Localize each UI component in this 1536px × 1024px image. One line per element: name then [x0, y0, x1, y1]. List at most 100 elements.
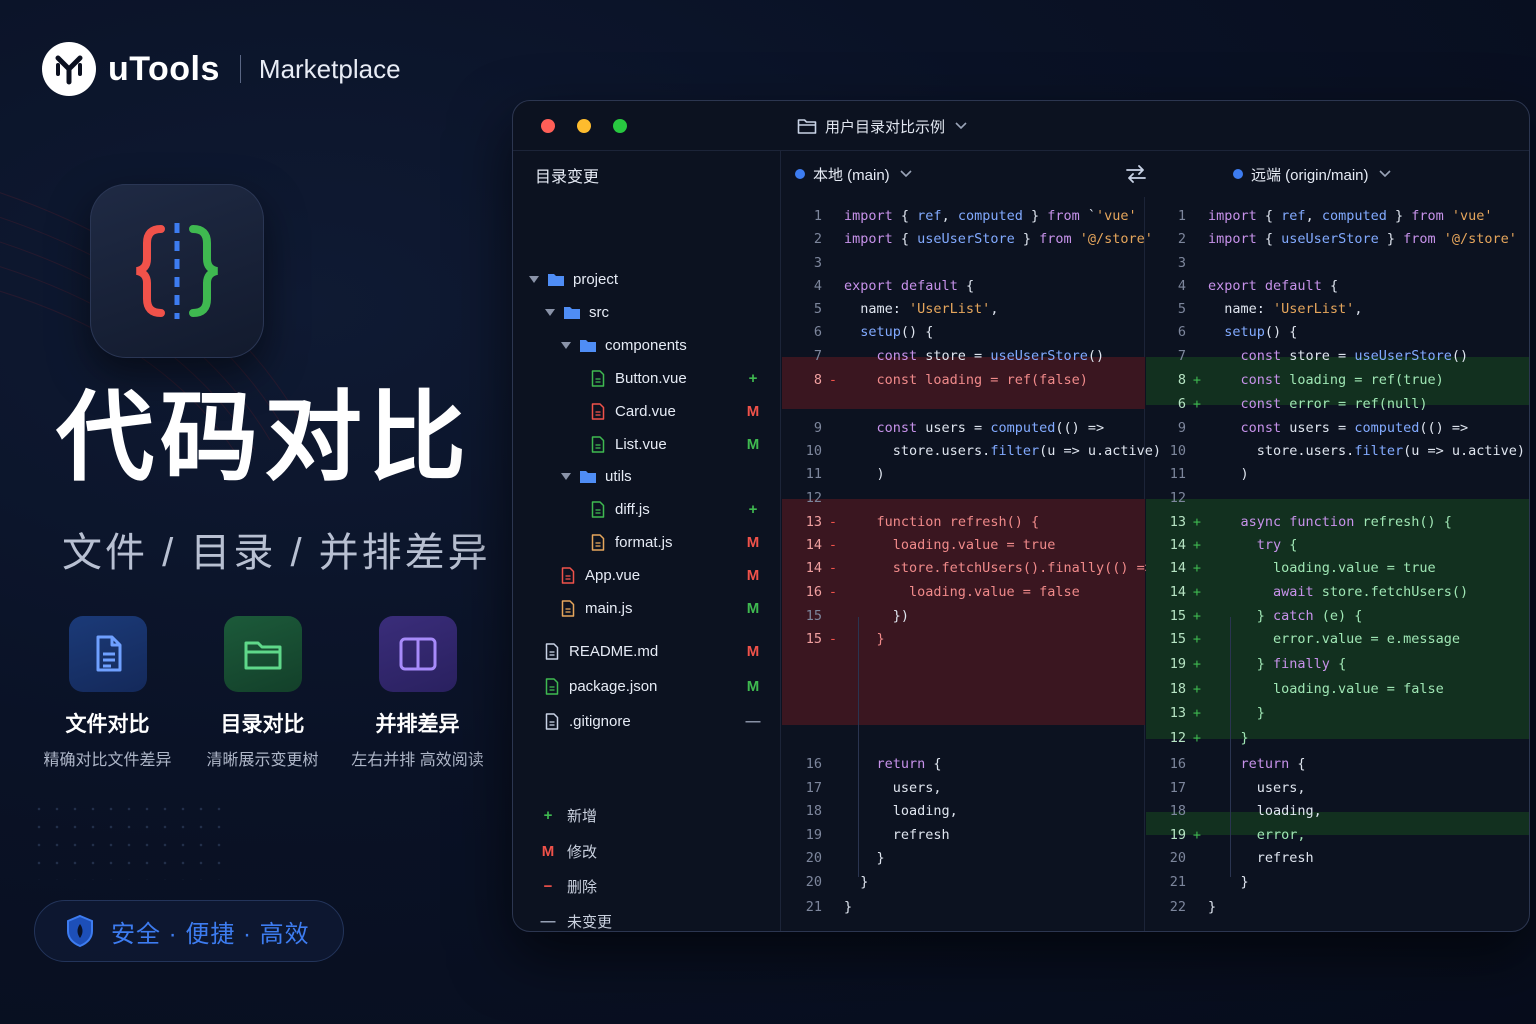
- feature-desc: 清晰展示变更树: [206, 752, 319, 769]
- folder-icon: [797, 119, 817, 134]
- security-badge: 安全 · 便捷 · 高效: [34, 900, 344, 962]
- legend-label: 未变更: [567, 913, 613, 931]
- caret-down-icon[interactable]: [559, 341, 573, 349]
- tree-folder[interactable]: src: [513, 298, 781, 326]
- badge-text: 安全 · 便捷 · 高效: [111, 920, 310, 948]
- tree-folder[interactable]: project: [513, 265, 781, 293]
- window-titlebar: 用户目录对比示例: [513, 101, 1529, 151]
- code-line: 4 export default {: [1146, 275, 1338, 297]
- diff-marker: +: [1192, 730, 1202, 746]
- line-number: 19: [805, 827, 822, 843]
- tree-folder[interactable]: utils: [513, 462, 781, 490]
- diff-marker: +: [1192, 656, 1202, 672]
- line-number: 18: [1169, 803, 1186, 819]
- file-icon: [559, 599, 577, 617]
- code-text: loading.value = false: [844, 584, 1080, 600]
- code-line: 20 refresh: [1146, 847, 1314, 869]
- line-number: 6: [813, 324, 822, 340]
- code-text: const loading = ref(false): [876, 372, 1088, 388]
- left-diff-pane[interactable]: 1 import { ref, computed } from `'vue' 2 im…: [782, 197, 1169, 931]
- tree-file[interactable]: Button.vue +: [513, 364, 781, 392]
- code-line: 17 users,: [782, 777, 942, 799]
- tree-file[interactable]: README.md M: [513, 637, 781, 665]
- code-text: ): [844, 466, 885, 482]
- code-line: 18 loading,: [782, 800, 958, 822]
- code-line: 8 + const loading = ref(true): [1146, 369, 1444, 391]
- code-text: } catch (e) {: [1208, 608, 1363, 624]
- line-number: 13: [805, 514, 822, 530]
- code-text: setup() {: [860, 324, 934, 340]
- tree-folder[interactable]: components: [513, 331, 781, 359]
- code-line: 13- function refresh() {: [782, 511, 1039, 533]
- hero-subtitle: 文件 / 目录 / 并排差异: [62, 531, 491, 575]
- marketplace-label: Marketplace: [258, 53, 401, 84]
- tree-file[interactable]: .gitignore —: [513, 707, 781, 735]
- utools-logo: [42, 42, 96, 96]
- left-branch-label: 本地 (main): [813, 166, 890, 184]
- swap-button[interactable]: [1125, 151, 1147, 197]
- tree-item-label: App.vue: [585, 566, 641, 584]
- code-line: 5 name: 'UserList',: [782, 298, 999, 320]
- left-branch-selector[interactable]: 本地 (main): [795, 151, 912, 197]
- diff-marker: -: [828, 537, 838, 553]
- code-text: await store.fetchUsers(): [1273, 584, 1469, 600]
- tree-file[interactable]: List.vue M: [513, 430, 781, 458]
- code-text: refresh: [844, 827, 950, 843]
- code-text: export default {: [1208, 278, 1339, 294]
- line-number: 12: [1169, 490, 1186, 506]
- tree-item-label: Card.vue: [615, 402, 676, 420]
- split-view-icon: [378, 616, 457, 692]
- file-status-badge: M: [746, 566, 760, 584]
- minimize-button[interactable]: [577, 118, 591, 133]
- code-text: const store = useUserStore(): [1240, 348, 1469, 364]
- feature-file-compare: 文件对比 精确对比文件差异: [30, 616, 185, 770]
- legend-item: − 删除: [539, 874, 739, 898]
- code-text: return {: [876, 756, 942, 772]
- line-number: 3: [1177, 255, 1186, 271]
- tree-file[interactable]: package.json M: [513, 672, 781, 700]
- maximize-button[interactable]: [613, 118, 627, 133]
- code-text: return {: [1240, 756, 1306, 772]
- line-number: 6: [1177, 324, 1186, 340]
- project-selector[interactable]: 用户目录对比示例: [797, 101, 967, 151]
- line-number: 22: [1169, 899, 1186, 915]
- line-number: 13: [1169, 705, 1186, 721]
- close-button[interactable]: [541, 118, 555, 133]
- right-diff-pane[interactable]: 1 import { ref, computed } from 'vue' 2 imp…: [1146, 197, 1529, 931]
- legend-label: 新增: [567, 807, 598, 825]
- tree-file[interactable]: Card.vue M: [513, 397, 781, 425]
- caret-down-icon[interactable]: [543, 308, 557, 316]
- hero-title: 代码对比: [56, 382, 473, 492]
- file-icon: [589, 533, 607, 551]
- code-line: 22}: [1146, 896, 1216, 918]
- code-text: loading.value = false: [1208, 681, 1444, 697]
- legend-label: 删除: [567, 878, 598, 896]
- line-number: 11: [805, 466, 822, 482]
- tree-file[interactable]: format.js M: [513, 528, 781, 556]
- caret-down-icon[interactable]: [527, 275, 541, 283]
- right-branch-selector[interactable]: 远端 (origin/main): [1233, 151, 1391, 197]
- line-number: 21: [805, 899, 822, 915]
- code-line: 14- loading.value = true: [782, 534, 1056, 556]
- diff-marker: +: [1192, 560, 1202, 576]
- feature-folder-compare: 目录对比 清晰展示变更树: [185, 616, 340, 770]
- file-icon: [559, 566, 577, 584]
- caret-down-icon[interactable]: [559, 472, 573, 480]
- line-number: 7: [813, 348, 822, 364]
- window-title: 用户目录对比示例: [825, 118, 946, 136]
- code-line: 2 import { useUserStore } from '@/store': [1146, 228, 1517, 250]
- code-text: const users = computed(() =>: [876, 420, 1105, 436]
- tree-file[interactable]: App.vue M: [513, 561, 781, 589]
- tree-file[interactable]: main.js M: [513, 594, 781, 622]
- diff-marker: +: [1192, 537, 1202, 553]
- right-branch-label: 远端 (origin/main): [1251, 166, 1369, 184]
- file-status-badge: +: [748, 500, 758, 518]
- tree-file[interactable]: diff.js +: [513, 495, 781, 523]
- code-line: 20 }: [782, 847, 885, 869]
- diff-marker: -: [828, 372, 838, 388]
- code-line: 19 refresh: [782, 824, 950, 846]
- diff-marker: +: [1192, 372, 1202, 388]
- code-text: export default {: [844, 278, 975, 294]
- code-text: const users = computed(() =>: [1240, 420, 1469, 436]
- code-text: async function refresh() {: [1240, 514, 1452, 530]
